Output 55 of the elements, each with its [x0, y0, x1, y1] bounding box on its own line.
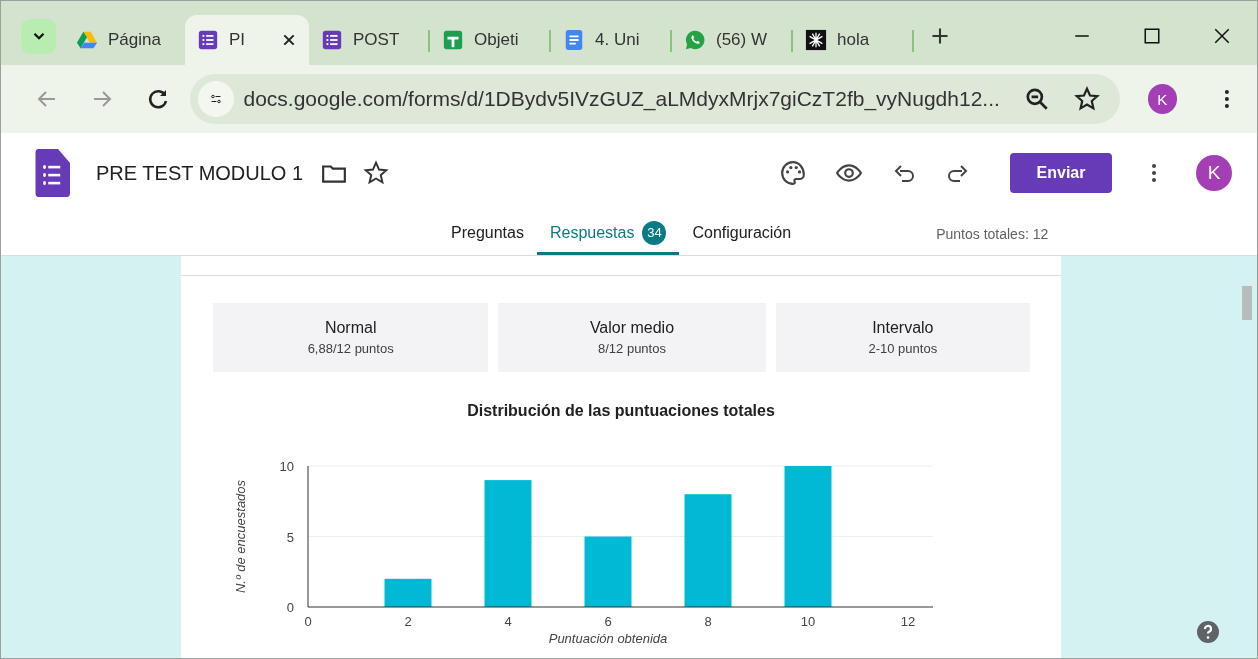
y-axis-label: N.º de encuestados [233, 479, 248, 594]
browser-tab[interactable]: (56) W [672, 15, 793, 65]
maximize-icon[interactable] [1143, 27, 1161, 45]
axis-tick-label: 5 [286, 529, 294, 545]
profile-avatar[interactable]: K [1147, 84, 1178, 114]
browser-tab[interactable]: Objeti [430, 15, 551, 65]
stat-label: Normal [324, 319, 377, 337]
axis-tick-label: 4 [504, 614, 512, 629]
snowflake-icon [805, 29, 827, 51]
tab-search-button[interactable] [21, 18, 56, 54]
list-icon [321, 29, 343, 51]
help-icon[interactable] [1196, 620, 1220, 644]
stat-label: Intervalo [872, 319, 934, 337]
axis-tick-label: 10 [800, 614, 816, 629]
axis-tick-label: 0 [304, 614, 312, 629]
browser-tab[interactable]: Página [64, 15, 185, 65]
bar [584, 536, 632, 607]
axis-tick-label: 12 [900, 614, 916, 629]
send-button[interactable]: Enviar [1010, 153, 1112, 193]
account-avatar[interactable]: K [1196, 155, 1232, 191]
close-icon[interactable] [1213, 27, 1231, 45]
browser-tab[interactable]: hola [793, 15, 914, 65]
form-title[interactable]: PRE TEST MODULO 1 [96, 161, 304, 185]
triangle-logo-icon [76, 29, 98, 51]
list-icon [197, 29, 219, 51]
plus-icon[interactable] [930, 26, 950, 46]
axis-tick-label: 10 [279, 459, 294, 474]
total-points: Puntos totales: 12 [936, 226, 1049, 242]
stat-value: 8/12 puntos [598, 341, 666, 356]
star-icon[interactable] [1073, 86, 1100, 112]
count-badge: 34 [642, 220, 667, 245]
star-icon[interactable] [363, 160, 390, 186]
stat-value: 6,88/12 puntos [307, 341, 394, 356]
x-axis-label: Puntuación obtenida [548, 631, 668, 646]
stat-label: Valor medio [589, 319, 675, 337]
palette-icon[interactable] [780, 160, 806, 186]
axis-tick-label: 8 [704, 614, 712, 629]
bar [384, 578, 432, 607]
close-icon[interactable] [281, 32, 297, 48]
browser-tab[interactable]: POST [309, 15, 430, 65]
form-tab[interactable]: Configuración [679, 213, 805, 255]
axis-tick-label: 0 [286, 600, 294, 615]
document-icon [563, 29, 585, 51]
axis-tick-label: 6 [604, 614, 612, 629]
chart-title: Distribución de las puntuaciones totales [467, 402, 775, 419]
list-icon [34, 149, 70, 197]
browser-tab[interactable]: PI [185, 15, 309, 65]
table-icon [442, 29, 464, 51]
scrollbar-thumb[interactable] [1242, 286, 1252, 320]
zoom-out-icon[interactable] [1023, 86, 1050, 112]
stat-value: 2-10 puntos [868, 341, 938, 356]
chat-bubble-icon [684, 29, 706, 51]
browser-tab[interactable]: 4. Uni [551, 15, 672, 65]
form-tab[interactable]: Preguntas [438, 213, 537, 255]
axis-tick-label: 2 [404, 614, 412, 629]
